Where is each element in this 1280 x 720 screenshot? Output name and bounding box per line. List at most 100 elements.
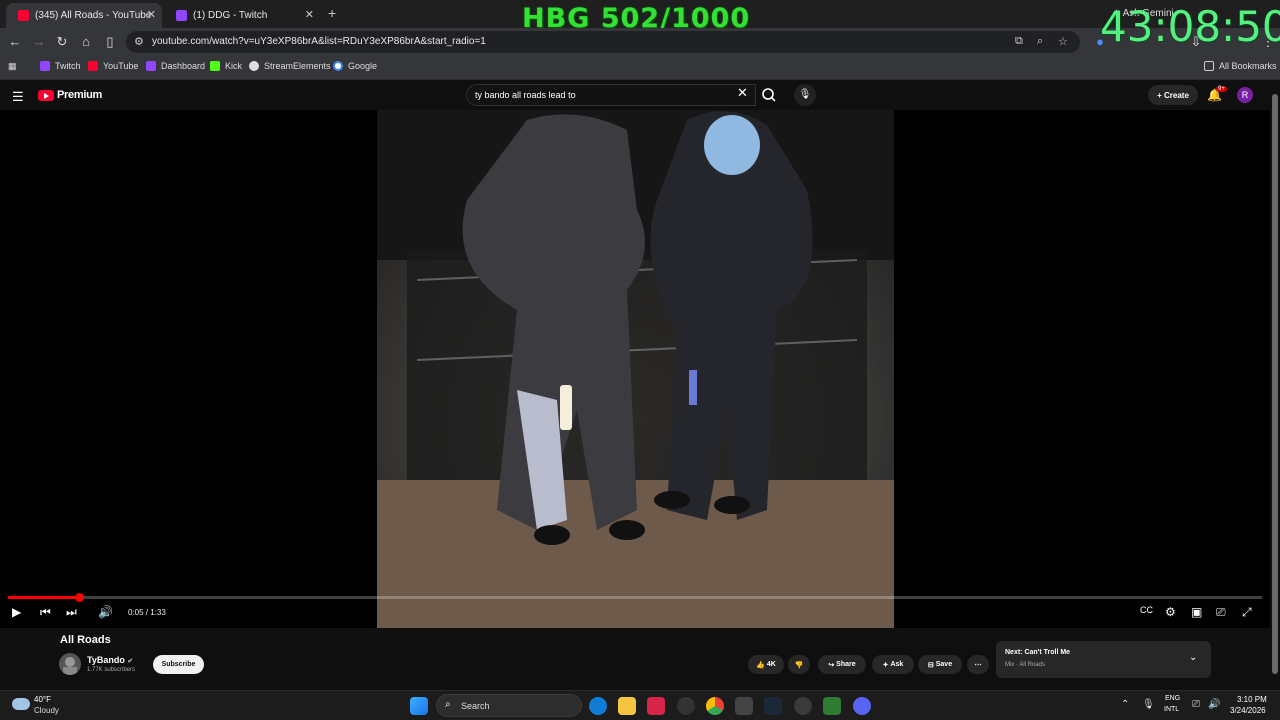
progress-fill <box>8 596 80 599</box>
progress-bar[interactable] <box>8 593 1262 602</box>
volume-icon[interactable]: 🔊 <box>1208 699 1220 710</box>
tab-twitch[interactable]: (1) DDG - Twitch ✕ <box>164 3 320 28</box>
search-input[interactable]: ty bando all roads lead to <box>466 84 756 106</box>
clock-date[interactable]: 3/24/2026 <box>1230 706 1266 715</box>
app-icon[interactable] <box>647 697 665 715</box>
bookmark-streamelements[interactable]: StreamElements <box>249 61 331 71</box>
excel-icon[interactable] <box>823 697 841 715</box>
clock-time[interactable]: 3:10 PM <box>1237 695 1267 704</box>
streamelements-icon <box>249 61 259 71</box>
video-player[interactable]: ▶ ⏮ ⏭ 🔊 0:05 / 1:33 CC ⚙ ▣ ⎚ ⤢ <box>0 110 1270 628</box>
bookmark-youtube[interactable]: YouTube <box>88 61 138 71</box>
address-bar[interactable]: ⚙ youtube.com/watch?v=uY3eXP86brA&list=R… <box>126 31 1080 53</box>
play-icon[interactable]: ▶ <box>12 605 21 619</box>
obs-icon[interactable] <box>677 697 695 715</box>
ask-button[interactable]: ✦ Ask <box>872 655 914 674</box>
chrome-icon[interactable] <box>706 697 724 715</box>
cast-page-icon[interactable]: ⧉ <box>1015 35 1023 48</box>
menu-hamburger-icon[interactable]: ☰ <box>12 89 24 105</box>
fullscreen-icon[interactable]: ⤢ <box>1242 605 1252 620</box>
new-tab-button[interactable]: + <box>328 5 336 21</box>
reload-icon[interactable]: ↻ <box>54 34 70 50</box>
bookmark-google[interactable]: Google <box>333 61 377 71</box>
site-info-icon[interactable]: ⚙ <box>134 35 144 48</box>
page-scrollbar[interactable] <box>1270 80 1280 690</box>
discord-icon[interactable] <box>853 697 871 715</box>
microphone-icon[interactable]: 🎙 <box>1142 699 1155 710</box>
taskbar-search-label: Search <box>461 701 490 711</box>
twitch-icon <box>146 61 156 71</box>
app-icon[interactable] <box>735 697 753 715</box>
taskbar-search[interactable]: ⌕ Search <box>436 694 582 717</box>
channel-avatar[interactable] <box>59 653 81 675</box>
4k-app-icon[interactable] <box>794 697 812 715</box>
voice-search-mic-icon[interactable]: 🎙 <box>794 84 816 106</box>
bookmark-icon: ⊟ <box>927 661 934 669</box>
create-button[interactable]: + Create <box>1148 85 1198 105</box>
more-actions-button[interactable]: ⋯ <box>967 655 989 674</box>
windows-start-icon[interactable] <box>410 697 428 715</box>
chevron-down-icon[interactable]: ⌄ <box>1189 652 1197 663</box>
input-language[interactable]: ENG <box>1165 695 1180 702</box>
bookmark-twitch[interactable]: Twitch <box>40 61 81 71</box>
logo-text: Premium <box>57 89 102 101</box>
subscriber-count: 1.77K subscribers <box>87 667 136 673</box>
side-panel-icon[interactable]: ▯ <box>102 34 118 50</box>
edge-icon[interactable] <box>589 697 607 715</box>
close-tab-icon[interactable]: ✕ <box>305 8 314 21</box>
all-bookmarks-button[interactable]: All Bookmarks <box>1204 61 1277 71</box>
cast-icon[interactable]: ⎚ <box>1216 605 1226 620</box>
account-avatar[interactable]: R <box>1237 87 1253 103</box>
apps-icon[interactable]: ▦ <box>8 61 17 72</box>
video-title: All Roads <box>60 634 111 646</box>
folder-icon <box>1204 61 1214 71</box>
progress-scrubber[interactable] <box>75 593 85 602</box>
volume-icon[interactable]: 🔊 <box>98 605 113 619</box>
bookmark-label: Kick <box>225 61 243 71</box>
file-explorer-icon[interactable] <box>618 697 636 715</box>
google-icon <box>333 61 343 71</box>
youtube-logo[interactable]: Premium <box>38 89 102 101</box>
scrollbar-thumb[interactable] <box>1272 94 1278 674</box>
close-tab-icon[interactable]: ✕ <box>147 8 156 21</box>
channel-name[interactable]: TyBando ✔ <box>87 655 133 665</box>
weather-condition[interactable]: Cloudy <box>34 706 59 715</box>
miniplayer-icon[interactable]: ▣ <box>1191 605 1202 619</box>
bookmark-dashboard[interactable]: Dashboard <box>146 61 205 71</box>
next-icon[interactable]: ⏭ <box>66 605 77 620</box>
search-button[interactable] <box>756 84 784 106</box>
save-button[interactable]: ⊟ Save <box>918 655 962 674</box>
youtube-favicon-icon <box>18 10 29 21</box>
zoom-icon[interactable]: ⌕ <box>1037 35 1043 48</box>
bookmark-label: Dashboard <box>161 61 206 71</box>
input-layout[interactable]: INTL <box>1164 706 1179 713</box>
channel-name-text: TyBando <box>87 655 125 665</box>
tab-youtube[interactable]: (345) All Roads - YouTube ✕ <box>6 3 162 28</box>
cloud-icon[interactable] <box>12 698 30 710</box>
up-next-subtitle: Mix · All Roads <box>1005 662 1046 668</box>
settings-gear-icon[interactable]: ⚙ <box>1165 605 1176 619</box>
back-icon[interactable]: ← <box>7 34 23 50</box>
windows-taskbar: 40°F Cloudy ⌕ Search ⌃ 🎙 ENG INTL ⎚ 🔊 3:… <box>0 690 1280 720</box>
like-button[interactable]: 👍 4K <box>748 655 784 674</box>
up-next-card[interactable]: Next: Can't Troll Me Mix · All Roads ⌄ <box>996 641 1211 678</box>
dislike-button[interactable]: 👎 <box>788 655 810 674</box>
share-button[interactable]: ↪ Share <box>818 655 866 674</box>
youtube-play-icon <box>38 89 54 101</box>
bookmarks-bar: ▦ Twitch YouTube Dashboard Kick StreamEl… <box>0 56 1280 80</box>
bookmark-star-icon[interactable]: ☆ <box>1058 35 1068 48</box>
share-label: Share <box>836 661 856 668</box>
weather-temp[interactable]: 40°F <box>34 695 51 704</box>
bookmark-kick[interactable]: Kick <box>210 61 242 71</box>
previous-icon[interactable]: ⏮ <box>40 605 51 620</box>
home-icon[interactable]: ⌂ <box>78 34 94 50</box>
save-label: Save <box>935 661 953 668</box>
youtube-icon <box>88 61 98 71</box>
network-icon[interactable]: ⎚ <box>1192 699 1200 710</box>
steam-icon[interactable] <box>764 697 782 715</box>
subscribe-button[interactable]: Subscribe <box>153 655 204 674</box>
forward-icon[interactable]: → <box>31 34 47 50</box>
captions-icon[interactable]: CC <box>1140 605 1153 615</box>
tray-overflow-icon[interactable]: ⌃ <box>1121 699 1129 710</box>
clear-search-icon[interactable]: ✕ <box>737 85 748 101</box>
